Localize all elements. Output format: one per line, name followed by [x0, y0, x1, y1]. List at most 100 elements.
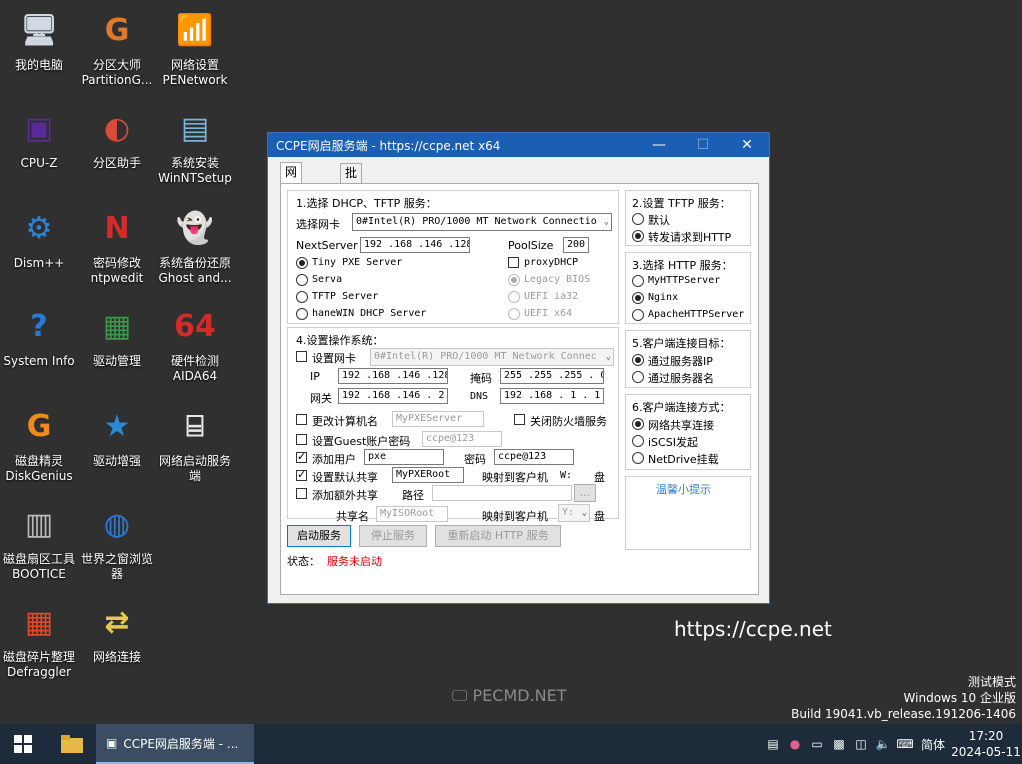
desktop-icon[interactable]: 64 硬件检测 AIDA64 — [156, 302, 234, 384]
gateway-label: 网关 — [310, 392, 332, 405]
default-share-input[interactable]: MyPXERoot — [392, 467, 464, 483]
set-nic-checkbox[interactable] — [296, 351, 307, 362]
radio-server-ip[interactable] — [632, 354, 644, 366]
map-drive-select[interactable]: Y: ⌄ — [558, 504, 590, 522]
desktop-icon[interactable]: ▤ 系统安装 WinNTSetup — [156, 104, 234, 186]
chevron-down-icon: ⌄ — [605, 352, 611, 362]
network-boot-icon: ⌸ — [186, 408, 204, 444]
radio-tftp-forward-http[interactable] — [632, 230, 644, 242]
radio-netdrive[interactable] — [632, 452, 644, 464]
radio-nginx[interactable] — [632, 292, 644, 304]
file-explorer-button[interactable] — [50, 724, 94, 764]
desktop-icon[interactable]: ? System Info — [0, 302, 78, 369]
server-ip-label: 通过服务器IP — [648, 355, 713, 368]
desktop-icon[interactable]: 👻 系统备份还原 Ghost and... — [156, 204, 234, 286]
add-user-checkbox[interactable] — [296, 450, 307, 463]
radio-serva[interactable] — [296, 274, 308, 286]
poolsize-input[interactable]: 200 — [563, 237, 589, 253]
chip-tray-icon[interactable]: ▩ — [828, 737, 850, 751]
radio-uefi-x64[interactable] — [508, 308, 520, 320]
radio-tftp-server[interactable] — [296, 291, 308, 303]
app-tray-icon[interactable]: ● — [784, 737, 806, 751]
iscsi-label: iSCSI发起 — [648, 436, 698, 449]
desktop-icon[interactable]: ▦ 驱动管理 — [78, 302, 156, 369]
desktop-icon[interactable]: ⌸ 网络启动服务 端 — [156, 402, 234, 484]
radio-uefi-ia32[interactable] — [508, 291, 520, 303]
ime-label[interactable]: 简体 — [916, 736, 950, 753]
desktop-icon-label: 硬件检测 AIDA64 — [170, 354, 219, 383]
path-input[interactable] — [432, 485, 572, 501]
taskbar-app-ccpe[interactable]: ▣ CCPE网启服务端 - ... — [96, 724, 254, 764]
tab-batch-clone[interactable]: 批量网克 — [340, 163, 363, 234]
mask-input[interactable]: 255 .255 .255 . 0 — [500, 368, 604, 384]
stop-service-button[interactable]: 停止服务 — [359, 525, 427, 547]
radio-net-share[interactable] — [632, 418, 644, 430]
set-nic-select[interactable]: 0#Intel(R) PRO/1000 MT Network Connec ⌄ — [370, 348, 614, 366]
dns-label: DNS — [470, 391, 489, 402]
desktop-icon[interactable]: ▣ CPU-Z — [0, 104, 78, 171]
dns-input[interactable]: 192 .168 . 1 . 1 — [500, 388, 604, 404]
defraggler-icon: ▦ — [24, 604, 54, 640]
ip-input[interactable]: 192 .168 .146 .128 — [338, 368, 448, 384]
tab-pxe-settings[interactable]: 网启设置 — [280, 162, 303, 233]
radio-tiny-pxe[interactable] — [296, 257, 308, 269]
desktop-icon[interactable]: 📶 网络设置 PENetwork — [156, 6, 234, 88]
network-tray-icon[interactable]: ▤ — [762, 737, 784, 751]
desktop-icon[interactable]: ◍ 世界之窗浏览 器 — [78, 500, 156, 582]
mask-label: 掩码 — [470, 372, 492, 385]
desktop-icon[interactable]: G 磁盘精灵 DiskGenius — [0, 402, 78, 484]
guest-password-checkbox[interactable] — [296, 434, 307, 445]
nextserver-input[interactable]: 192 .168 .146 .128 — [360, 237, 470, 253]
share-name-input[interactable]: MyISORoot — [376, 506, 448, 522]
add-user-input[interactable]: pxe — [364, 449, 444, 465]
desktop-icon[interactable]: ▦ 磁盘碎片整理 Defraggler — [0, 598, 78, 680]
nginx-label: Nginx — [648, 292, 679, 303]
build-text: Build 19041.vb_release.191206-1406 — [791, 707, 1016, 721]
desktop-icon-label: 磁盘碎片整理 Defraggler — [2, 650, 75, 679]
desktop-icon[interactable]: N 密码修改 ntpwedit — [78, 204, 156, 286]
rename-checkbox[interactable] — [296, 414, 307, 425]
proxydhcp-checkbox[interactable] — [508, 257, 519, 268]
desktop-icon[interactable]: ▥ 磁盘扇区工具 BOOTICE — [0, 500, 78, 582]
guest-password-input[interactable]: ccpe@123 — [422, 431, 502, 447]
desktop-icon[interactable]: ⚙ Dism++ — [0, 204, 78, 271]
restart-http-button[interactable]: 重新启动 HTTP 服务 — [435, 525, 561, 547]
radio-legacy-bios[interactable] — [508, 274, 520, 286]
password-input[interactable]: ccpe@123 — [494, 449, 574, 465]
radio-iscsi[interactable] — [632, 435, 644, 447]
start-service-button[interactable]: 启动服务 — [287, 525, 351, 547]
keyboard-icon[interactable]: ⌨ — [894, 737, 916, 751]
edition-text: Windows 10 企业版 — [903, 691, 1016, 705]
desktop-icon-label: 我的电脑 — [14, 58, 63, 72]
drive-tray-icon[interactable]: ◫ — [850, 737, 872, 751]
radio-apache[interactable] — [632, 309, 644, 321]
close-button[interactable]: ✕ — [725, 133, 769, 157]
minimize-button[interactable]: — — [637, 133, 681, 157]
computer-name-input[interactable]: MyPXEServer — [392, 411, 484, 427]
desktop-icon[interactable]: 🖥 我的电脑 — [0, 6, 78, 73]
proxydhcp-label: proxyDHCP — [524, 257, 579, 268]
desktop-icon-label: 系统备份还原 Ghost and... — [158, 256, 232, 285]
desktop-icon[interactable]: ⇄ 网络连接 — [78, 598, 156, 665]
legacy-bios-label: Legacy BIOS — [524, 274, 591, 285]
gateway-input[interactable]: 192 .168 .146 . 2 — [338, 388, 448, 404]
firewall-checkbox[interactable] — [514, 414, 525, 425]
default-share-checkbox[interactable] — [296, 468, 307, 481]
extra-share-checkbox[interactable] — [296, 488, 307, 499]
clock[interactable]: 17:20 2024-05-11 — [950, 728, 1022, 760]
browse-button[interactable]: ... — [574, 484, 596, 502]
hint-link[interactable]: 温馨小提示 — [656, 481, 711, 497]
nic-select[interactable]: 0#Intel(R) PRO/1000 MT Network Connectio… — [352, 213, 612, 231]
disk-label: 盘 — [594, 471, 605, 484]
radio-hanewin[interactable] — [296, 308, 308, 320]
start-button[interactable] — [0, 724, 46, 764]
radio-tftp-default[interactable] — [632, 213, 644, 225]
volume-icon[interactable]: 🔈 — [872, 737, 894, 751]
radio-server-name[interactable] — [632, 371, 644, 383]
desktop-icon[interactable]: ★ 驱动增强 — [78, 402, 156, 469]
radio-myhttpserver[interactable] — [632, 275, 644, 287]
monitor-tray-icon[interactable]: ▭ — [806, 737, 828, 751]
title-bar[interactable]: CCPE网启服务端 - https://ccpe.net x64 — ☐ ✕ — [268, 133, 769, 157]
desktop-icon[interactable]: ◐ 分区助手 — [78, 104, 156, 171]
desktop-icon[interactable]: G 分区大师 PartitionG... — [78, 6, 156, 88]
